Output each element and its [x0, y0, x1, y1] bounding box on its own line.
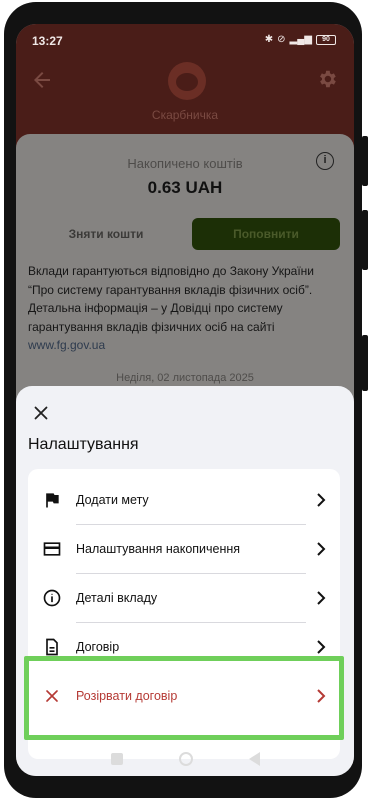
chevron-right-icon: [317, 542, 326, 556]
note-line: Вклади гарантуються відповідно до Закону…: [28, 264, 315, 278]
top-up-button[interactable]: Поповнити: [192, 218, 340, 250]
flag-icon: [46, 492, 59, 508]
status-bar: 13:27 ✱ ⊘ ▂▄▆ 90: [16, 24, 354, 58]
sheet-title: Налаштування: [28, 436, 139, 453]
mute-icon: ⊘: [277, 34, 286, 45]
chevron-right-icon: [317, 591, 326, 605]
recent-apps-button[interactable]: [110, 753, 123, 765]
info-icon: [43, 589, 61, 607]
arrow-left-icon: [34, 72, 50, 88]
bluetooth-icon: ✱: [264, 34, 274, 45]
piggy-bank-icon: [176, 73, 198, 91]
menu-item-label: Додати мету: [76, 493, 149, 507]
side-button-extra: [362, 335, 368, 391]
date-header: Неділя, 02 листопада 2025: [116, 372, 254, 384]
chevron-right-icon: [317, 640, 326, 654]
balance-label: Накопичено коштів: [127, 156, 243, 171]
close-icon: [34, 406, 48, 420]
back-nav-button[interactable]: [248, 752, 260, 766]
document-icon: [46, 638, 58, 656]
card-icon: [43, 542, 61, 556]
home-button[interactable]: [178, 752, 193, 766]
menu-item-deposit-details[interactable]: Деталі вкладу: [28, 574, 340, 622]
side-button-power: [362, 136, 368, 186]
status-icons: ✱ ⊘ ▂▄▆ 90: [265, 34, 336, 45]
deposit-guarantee-note: Вклади гарантуються відповідно до Закону…: [28, 262, 344, 355]
menu-item-label: Деталі вкладу: [76, 591, 158, 605]
menu-item-label: Налаштування накопичення: [76, 542, 241, 556]
signal-icon: ▂▄▆: [289, 34, 312, 45]
android-nav-bar: [16, 742, 354, 776]
side-button-volume: [362, 210, 368, 270]
settings-bottom-sheet: Налаштування Додати мету Налаштування на…: [16, 386, 354, 776]
menu-item-add-goal[interactable]: Додати мету: [28, 476, 340, 524]
withdraw-button[interactable]: Зняти кошти: [28, 218, 184, 250]
settings-button[interactable]: [316, 68, 340, 92]
menu-item-savings-settings[interactable]: Налаштування накопичення: [28, 525, 340, 573]
highlight-box: [24, 656, 344, 740]
fund-website-link[interactable]: www.fg.gov.ua: [28, 336, 344, 355]
note-line: гарантування вкладів фізичних осіб на са…: [28, 319, 275, 334]
note-line: “Про систему гарантування вкладів фізичн…: [28, 282, 313, 297]
info-icon[interactable]: i: [316, 152, 334, 170]
battery-icon: 90: [316, 34, 336, 45]
gear-icon: [320, 70, 336, 88]
menu-item-label: Договір: [76, 640, 120, 654]
status-time: 13:27: [32, 34, 63, 48]
page-title: Скарбничка: [151, 108, 219, 122]
note-line: Детальна інформація – у Довідці про сист…: [28, 301, 283, 315]
close-button[interactable]: [30, 402, 52, 424]
back-button[interactable]: [30, 68, 54, 92]
chevron-right-icon: [317, 493, 326, 507]
screen: 13:27 ✱ ⊘ ▂▄▆ 90 Скарбничка Накопичено к…: [16, 24, 354, 776]
balance-value: 0.63 UAH: [147, 178, 223, 197]
piggy-bank-avatar: [168, 62, 206, 100]
